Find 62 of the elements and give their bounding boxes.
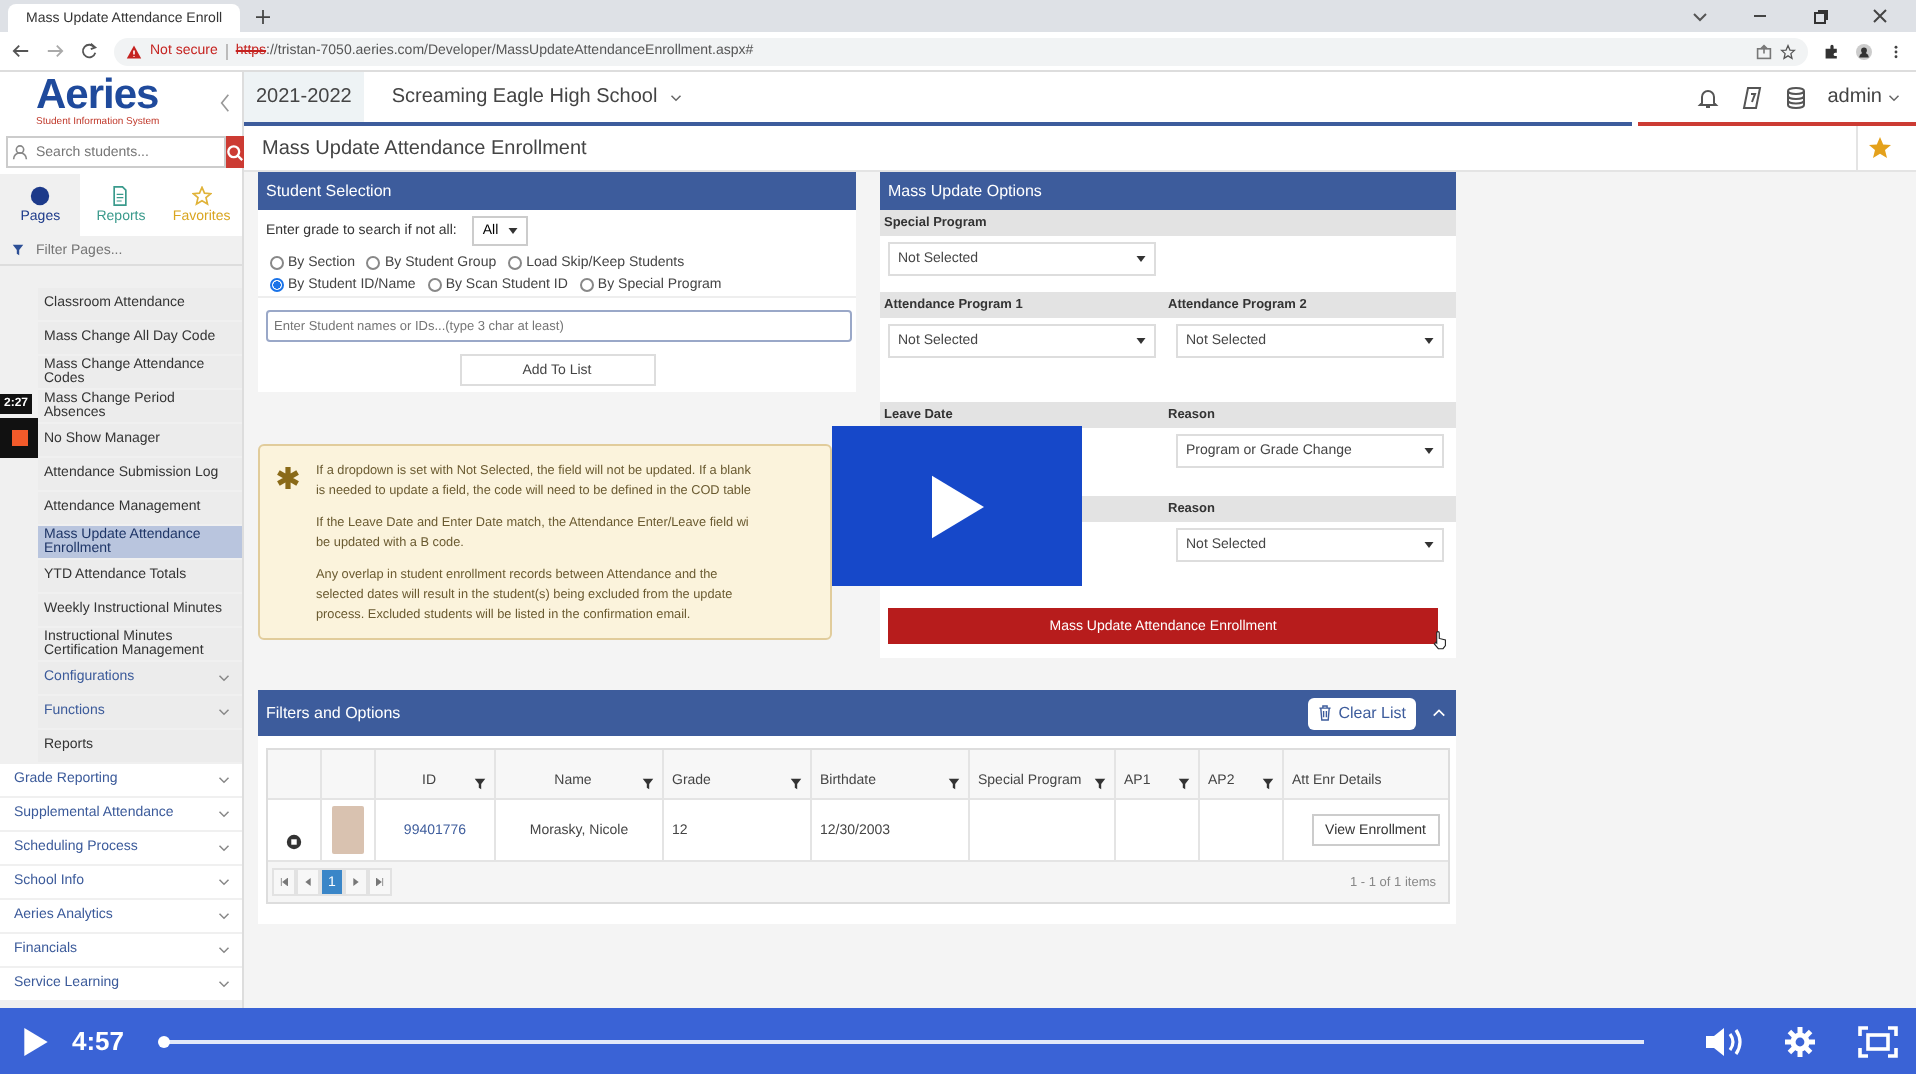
user-menu[interactable]: admin	[1827, 86, 1900, 108]
reload-icon[interactable]	[80, 42, 98, 60]
chevron-down-icon	[1888, 93, 1900, 101]
dropdown-arrow-icon	[1424, 542, 1434, 548]
stop-button[interactable]	[0, 418, 38, 458]
school-dropdown[interactable]: Screaming Eagle High School	[383, 86, 690, 108]
bell-icon[interactable]	[1695, 85, 1720, 109]
last-page-icon	[376, 878, 384, 886]
play-icon	[931, 473, 983, 539]
settings-icon[interactable]	[1780, 1025, 1820, 1057]
database-icon[interactable]	[1783, 85, 1808, 109]
first-page-icon	[280, 878, 288, 886]
hand-pointer-icon	[1432, 630, 1448, 650]
profile-icon[interactable]	[1856, 43, 1872, 59]
panel-title: Student Selection	[258, 172, 856, 210]
next-page-button[interactable]	[344, 868, 368, 896]
dropdown-arrow-icon	[1136, 256, 1146, 262]
previous-page-button[interactable]	[296, 868, 320, 896]
chevron-up-icon[interactable]	[1432, 708, 1446, 718]
puzzle-icon[interactable]	[1824, 43, 1840, 59]
video-duration: 4:57	[72, 1026, 127, 1056]
search-button[interactable]	[226, 136, 244, 168]
progress-thumb[interactable]	[158, 1035, 170, 1047]
star-icon	[1868, 136, 1892, 160]
notebook-icon[interactable]	[1739, 85, 1764, 109]
asterisk-icon	[276, 466, 300, 490]
play-button[interactable]	[832, 426, 1082, 586]
search-icon	[226, 143, 244, 161]
dropdown-arrow-icon	[1424, 338, 1434, 344]
chevron-down-icon[interactable]	[1692, 8, 1708, 24]
panel-title: Mass Update Options	[880, 172, 1456, 210]
remove-icon[interactable]	[286, 834, 302, 850]
panel-title: Filters and Options	[266, 704, 401, 722]
previous-icon	[304, 878, 312, 886]
close-icon[interactable]	[1872, 8, 1888, 24]
next-icon	[352, 878, 360, 886]
collapse-chevron-icon[interactable]	[220, 91, 230, 113]
first-page-button[interactable]	[272, 868, 296, 896]
warning-icon	[126, 43, 142, 59]
trash-icon	[1318, 704, 1333, 722]
chevron-down-icon	[669, 93, 682, 101]
school-year[interactable]: 2021-2022	[244, 72, 364, 122]
clear-list-button[interactable]: Clear List	[1308, 697, 1416, 729]
volume-icon[interactable]	[1704, 1025, 1744, 1057]
dropdown-arrow-icon	[1136, 338, 1146, 344]
dropdown-arrow-icon	[508, 228, 519, 234]
photo-placeholder	[332, 806, 364, 854]
document-icon	[110, 186, 131, 206]
play-icon[interactable]	[24, 1027, 48, 1055]
star-icon	[191, 186, 212, 206]
star-icon[interactable]	[1780, 43, 1796, 59]
new-tab-icon[interactable]	[256, 9, 270, 23]
circle-icon	[30, 186, 51, 206]
aeries-logo: Aeries	[36, 76, 159, 116]
share-icon[interactable]	[1756, 43, 1772, 59]
back-arrow-icon[interactable]	[12, 42, 30, 60]
page-title: Mass Update Attendance Enrollment	[262, 137, 587, 159]
restore-icon[interactable]	[1812, 8, 1828, 24]
filter-icon	[12, 244, 24, 256]
dropdown-arrow-icon	[1424, 448, 1434, 454]
fullscreen-icon[interactable]	[1856, 1025, 1900, 1057]
last-page-button[interactable]	[368, 868, 392, 896]
